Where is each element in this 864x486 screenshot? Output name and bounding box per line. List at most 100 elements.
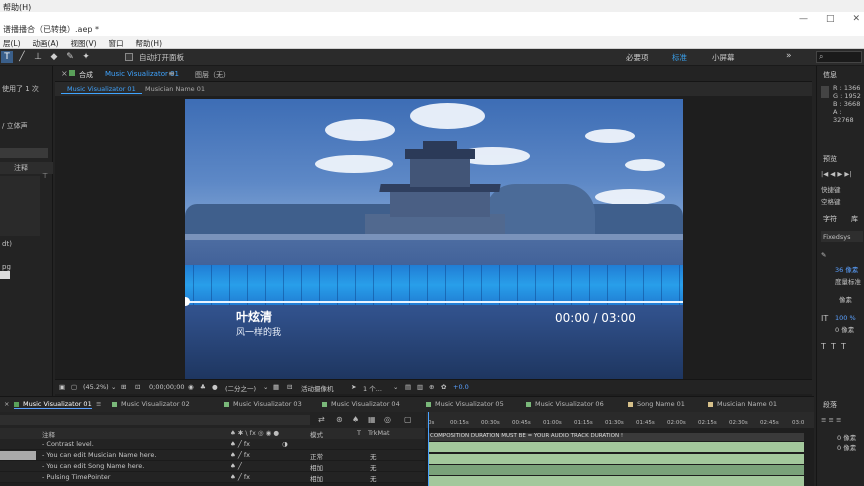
timeline-tab-song-name[interactable]: Song Name 01 [628, 400, 685, 408]
color-channel-icon[interactable]: ● [212, 383, 218, 391]
current-time-indicator[interactable] [428, 412, 429, 486]
align-icons[interactable]: ≡ ≡ ≡ [821, 416, 841, 424]
library-panel-title[interactable]: 库 [851, 214, 858, 224]
exposure-value[interactable]: +0.0 [453, 383, 469, 391]
menu-window[interactable]: 窗口 [109, 38, 124, 48]
eyedropper-icon[interactable]: ✎ [821, 251, 826, 259]
composition-viewer[interactable]: 叶炫清 风一样的我 00:00 / 03:00 [185, 99, 683, 379]
chevron-down-icon[interactable]: ⌄ [393, 383, 398, 391]
font-select[interactable]: Fixedsys [823, 233, 850, 241]
eraser-tool-icon[interactable]: ◆ [48, 51, 60, 63]
menu-animation[interactable]: 动画(A) [33, 38, 59, 48]
layer-row[interactable]: - Pulsing TimePointer ♠ ╱ fx 相加 无 [0, 472, 425, 483]
subtab-music-visualizator-01[interactable]: Music Visualizator 01 [61, 84, 142, 94]
layer-mode-select[interactable]: 相加 [310, 473, 323, 483]
layer-track-bar[interactable] [428, 476, 804, 486]
layer-switches-icon[interactable]: ♠ ╱ fx [230, 451, 250, 459]
preview-controls-icon[interactable]: |◀ ◀ ▶ ▶| [821, 170, 852, 178]
workspace-standard[interactable]: 标准 [672, 52, 687, 63]
layer-track-bar[interactable] [428, 442, 804, 452]
layer-mode-select[interactable]: 相加 [310, 462, 323, 472]
camera-select[interactable]: 活动摄像机 [301, 383, 334, 393]
reset-exposure-icon[interactable]: ✿ [441, 383, 446, 391]
brush-tool-icon[interactable]: ╱ [16, 51, 28, 63]
chevron-down-icon[interactable]: ⌄ [263, 383, 268, 391]
timeline-search-input[interactable] [0, 415, 310, 425]
shy-layers-icon[interactable]: ♠ [352, 415, 359, 424]
chevron-down-icon[interactable]: ⌄ [111, 383, 116, 391]
draft-3d-icon[interactable]: ⊛ [336, 415, 343, 424]
col-t[interactable]: T [357, 429, 361, 437]
close-tab-icon[interactable]: × [61, 69, 68, 78]
text-tool-icon[interactable]: T [1, 51, 13, 63]
puppet-pin-icon[interactable]: ✦ [80, 51, 92, 63]
baseline-field[interactable]: 0 像素 [835, 324, 854, 334]
layer-trkmat-select[interactable]: 无 [370, 473, 377, 483]
layer-switches-icon[interactable]: ♠ ╱ [230, 462, 242, 470]
roto-brush-icon[interactable]: ✎ [64, 51, 76, 63]
timeline-tab-mv02[interactable]: Music Visualizator 02 [112, 400, 190, 408]
auto-open-checkbox[interactable] [125, 53, 133, 61]
resolution-select[interactable]: (二分之一) [225, 383, 256, 393]
layer-trkmat-select[interactable]: 无 [370, 451, 377, 461]
indent-left-field[interactable]: 0 像素 [837, 432, 856, 442]
leading-field[interactable]: 像素 [839, 294, 852, 304]
project-item-thumb[interactable] [0, 271, 10, 279]
comp-tab-label[interactable]: 合成 [79, 70, 93, 80]
time-ruler[interactable]: 0s 00:15s 00:30s 00:45s 01:00s 01:15s 01… [426, 412, 814, 428]
character-panel-title[interactable]: 字符 [823, 214, 837, 224]
clone-stamp-icon[interactable]: ⊥ [32, 51, 44, 63]
project-search-field[interactable] [0, 148, 48, 158]
roi-icon[interactable]: ▢ [71, 383, 77, 391]
fast-preview-icon[interactable]: ⊟ [287, 383, 292, 391]
layer-switches-icon[interactable]: ♠ ╱ fx [230, 473, 250, 481]
col-comment[interactable]: 注释 [42, 429, 55, 439]
timeline-tab-mv01[interactable]: Music Visualizator 01 [14, 400, 92, 409]
menu-view[interactable]: 视图(V) [71, 38, 97, 48]
menu-help[interactable]: 帮助(H) [136, 38, 163, 48]
subtab-musician-name-01[interactable]: Musician Name 01 [139, 84, 211, 94]
timeline-tab-mv03[interactable]: Music Visualizator 03 [224, 400, 302, 408]
tab-menu-icon[interactable]: ≡ [96, 400, 101, 408]
contrast-adjust-icon[interactable]: ◑ [282, 440, 288, 448]
layer-label-color[interactable] [0, 451, 36, 460]
motion-blur-icon[interactable]: ◎ [384, 415, 391, 424]
close-tab-icon[interactable]: × [4, 400, 9, 408]
current-timecode[interactable]: 0;00;00;00 [149, 383, 185, 391]
render-icon[interactable]: ▥ [417, 383, 423, 391]
layer-track-bar[interactable] [428, 465, 804, 475]
layer-row[interactable]: - You can edit Musician Name here. ♠ ╱ f… [0, 450, 425, 461]
close-button[interactable]: ✕ [852, 14, 860, 24]
grid-icon[interactable]: ⊞ [121, 383, 126, 391]
show-snapshot-icon[interactable]: ♣ [200, 383, 206, 391]
preview-panel-title[interactable]: 预览 [823, 154, 837, 164]
graph-editor-icon[interactable]: ▢ [404, 415, 412, 424]
comp-flow-icon[interactable]: ⇄ [318, 415, 325, 424]
snapshot-icon[interactable]: ◉ [188, 383, 194, 391]
vertical-scale-field[interactable]: 100 % [835, 314, 856, 322]
more-workspaces-icon[interactable]: » [786, 51, 792, 61]
paragraph-panel-title[interactable]: 段落 [823, 400, 837, 410]
project-list[interactable] [0, 176, 40, 236]
frame-blend-icon[interactable]: ▦ [368, 415, 376, 424]
search-help-input[interactable]: ⌕ [816, 51, 862, 63]
layer-trkmat-select[interactable]: 无 [370, 462, 377, 472]
font-size-field[interactable]: 36 像素 [835, 264, 858, 274]
workspace-essentials[interactable]: 必要项 [626, 52, 649, 63]
shortcut-value[interactable]: 空格键 [821, 196, 841, 206]
maximize-button[interactable]: □ [826, 14, 835, 24]
tracking-field[interactable]: 度量标准 [835, 276, 861, 286]
col-trkmat[interactable]: TrkMat [368, 429, 390, 437]
mask-icon[interactable]: ⊡ [135, 383, 140, 391]
layer-tab[interactable]: 图层（无） [195, 70, 230, 80]
toggle-pixel-icon[interactable]: ▤ [405, 383, 411, 391]
workspace-small-screen[interactable]: 小屏幕 [712, 52, 735, 63]
minimize-button[interactable]: — [799, 14, 808, 24]
layer-switches-icon[interactable]: ♠ ╱ fx [230, 440, 250, 448]
flowchart-icon[interactable]: ⊕ [429, 383, 434, 391]
zoom-level[interactable]: (45.2%) [83, 383, 109, 391]
layer-mode-select[interactable]: 正常 [310, 451, 323, 461]
timeline-tab-mv04[interactable]: Music Visualizator 04 [322, 400, 400, 408]
menu-layer[interactable]: 层(L) [3, 38, 21, 48]
layer-row[interactable]: - Contrast level. ♠ ╱ fx ◑ [0, 439, 425, 450]
